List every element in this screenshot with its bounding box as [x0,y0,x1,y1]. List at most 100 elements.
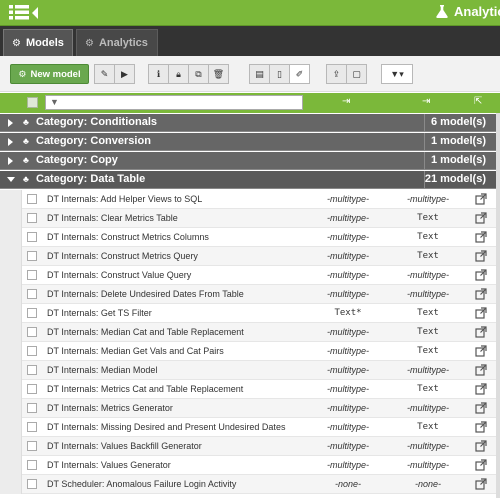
model-name[interactable]: DT Internals: Add Helper Views to SQL [47,194,202,204]
row-gutter [0,209,22,228]
model-name[interactable]: DT Internals: Values Generator [47,460,171,470]
table-row[interactable]: DT Scheduler: Anomalous Failure Login Ac… [0,475,500,494]
open-external-icon[interactable] [475,459,487,471]
scrollbar[interactable] [496,113,500,498]
row-checkbox[interactable] [27,422,37,432]
table-row[interactable]: DT Internals: Construct Metrics Columns -… [0,228,500,247]
table-row[interactable]: DT Internals: Values Generator -multitype… [0,456,500,475]
open-external-icon[interactable] [475,231,487,243]
table-view-button[interactable]: ▤ [249,64,270,84]
table-row[interactable]: DT Internals: Get TS Filter Text* Text [0,304,500,323]
export-button[interactable]: ⇪ [326,64,347,84]
open-external-icon[interactable] [475,288,487,300]
open-external-icon[interactable] [475,193,487,205]
category-row[interactable]: ♣ Category: Data Table 21 model(s) [0,171,500,189]
open-external-icon[interactable] [475,307,487,319]
model-name[interactable]: DT Internals: Missing Desired and Presen… [47,422,285,432]
tab-analytics[interactable]: ⚙ Analytics [76,29,158,56]
row-checkbox[interactable] [27,365,37,375]
table-row[interactable]: DT Internals: Metrics Cat and Table Repl… [0,380,500,399]
new-model-label: New model [30,68,81,80]
table-row[interactable]: DT Internals: Clear Metrics Table -multit… [0,209,500,228]
pencil-button[interactable]: ✐ [289,64,310,84]
table-row[interactable]: DT Internals: Values Backfill Generator -… [0,437,500,456]
copy-button[interactable]: ⧉ [188,64,209,84]
open-external-icon[interactable] [475,478,487,490]
stop-button[interactable]: ▢ [346,64,367,84]
search-input[interactable]: ▼ [45,95,303,110]
table-row[interactable]: DT Internals: Median Get Vals and Cat Pa… [0,342,500,361]
open-external-icon[interactable] [475,269,487,281]
table-row[interactable]: DT Internals: Add Helper Views to SQL -mu… [0,190,500,209]
table-row[interactable]: DT Internals: Delete Undesired Dates Fro… [0,285,500,304]
table-row[interactable]: DT Internals: Median Cat and Table Repla… [0,323,500,342]
info-button[interactable]: ℹ [148,64,169,84]
row-checkbox[interactable] [27,251,37,261]
select-all-checkbox[interactable] [27,97,38,108]
table-row[interactable]: DT Internals: Median Model -multitype- -mu… [0,361,500,380]
model-name[interactable]: DT Internals: Clear Metrics Table [47,213,178,223]
model-name[interactable]: DT Internals: Get TS Filter [47,308,152,318]
open-external-icon[interactable] [475,383,487,395]
open-external-icon[interactable] [475,326,487,338]
model-input-type: -multitype- [326,441,369,451]
model-name[interactable]: DT Scheduler: Anomalous Failure Login Ac… [47,479,236,489]
model-name[interactable]: DT Internals: Construct Metrics Query [47,251,198,261]
table-row[interactable]: DT Internals: Metrics Generator -multityp… [0,399,500,418]
open-external-icon[interactable] [475,402,487,414]
lock-button[interactable]: 🔒︎ [168,64,189,84]
category-row[interactable]: ♣ Category: Copy 1 model(s) [0,152,500,170]
export-icon[interactable]: ⇥ [422,96,430,107]
model-name[interactable]: DT Internals: Median Get Vals and Cat Pa… [47,346,224,356]
table-row[interactable]: DT Internals: Construct Value Query -mult… [0,266,500,285]
model-input-type: -multitype- [326,232,369,242]
category-row[interactable]: ♣ Category: Conditionals 6 model(s) [0,114,500,132]
run-button[interactable]: ▶ [114,64,135,84]
model-name[interactable]: DT Internals: Construct Value Query [47,270,191,280]
hamburger-icon[interactable] [9,5,29,20]
row-checkbox[interactable] [27,346,37,356]
row-checkbox[interactable] [27,327,37,337]
category-label: Category: Conversion [36,135,151,147]
open-external-icon[interactable]: ⇱ [474,96,482,107]
row-checkbox[interactable] [27,289,37,299]
open-external-icon[interactable] [475,345,487,357]
model-name[interactable]: DT Internals: Construct Metrics Columns [47,232,209,242]
delete-button[interactable]: 🗑︎ [208,64,229,84]
model-name[interactable]: DT Internals: Metrics Cat and Table Repl… [47,384,243,394]
row-gutter [0,437,22,456]
model-name[interactable]: DT Internals: Median Cat and Table Repla… [47,327,244,337]
open-external-icon[interactable] [475,440,487,452]
row-checkbox[interactable] [27,213,37,223]
table-row[interactable]: DT Internals: Missing Desired and Presen… [0,418,500,437]
row-checkbox[interactable] [27,232,37,242]
model-name[interactable]: DT Internals: Values Backfill Generator [47,441,202,451]
row-checkbox[interactable] [27,479,37,489]
row-checkbox[interactable] [27,441,37,451]
filter-dropdown-button[interactable]: ▼▾ [381,64,413,84]
table-row[interactable]: DT Internals: Construct Metrics Query -mu… [0,247,500,266]
row-checkbox[interactable] [27,460,37,470]
model-output-type: -none- [414,479,441,489]
row-checkbox[interactable] [27,270,37,280]
tab-models[interactable]: ⚙ Models [3,29,73,56]
category-row[interactable]: ♣ Category: Conversion 1 model(s) [0,133,500,151]
new-model-button[interactable]: ⚙ New model [10,64,89,84]
model-output-type: -multitype- [406,194,449,204]
open-external-icon[interactable] [475,212,487,224]
model-name[interactable]: DT Internals: Delete Undesired Dates Fro… [47,289,244,299]
caret-left-icon[interactable] [32,7,38,19]
model-name[interactable]: DT Internals: Metrics Generator [47,403,173,413]
open-external-icon[interactable] [475,250,487,262]
row-checkbox[interactable] [27,194,37,204]
edit-button[interactable]: ✎ [94,64,115,84]
row-checkbox[interactable] [27,403,37,413]
open-external-icon[interactable] [475,364,487,376]
import-icon[interactable]: ⇥ [342,96,350,107]
sitemap-icon: ♣ [23,117,29,127]
row-checkbox[interactable] [27,308,37,318]
open-external-icon[interactable] [475,421,487,433]
row-checkbox[interactable] [27,384,37,394]
document-button[interactable]: ▯ [269,64,290,84]
model-name[interactable]: DT Internals: Median Model [47,365,157,375]
